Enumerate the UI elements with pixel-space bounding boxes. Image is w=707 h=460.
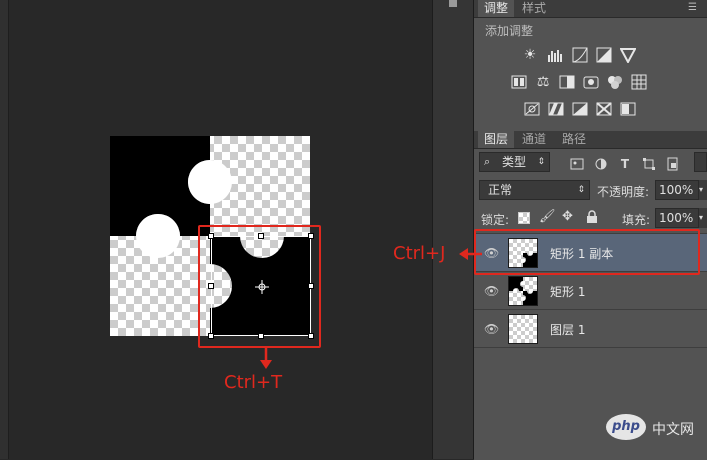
- layer-row-layer1[interactable]: 👁 图层 1: [474, 310, 707, 348]
- vibrance-icon[interactable]: [619, 47, 637, 65]
- filter-pixel-icon[interactable]: [570, 157, 584, 171]
- levels-icon[interactable]: [547, 47, 563, 63]
- filter-kind-label: 类型: [502, 155, 527, 169]
- hue-saturation-icon[interactable]: [511, 74, 527, 90]
- annotation-arrow-left-icon: [459, 248, 482, 260]
- collapse-panel-icon[interactable]: [447, 0, 459, 12]
- layer-name[interactable]: 图层 1: [550, 321, 585, 338]
- panel-menu-icon[interactable]: ☰: [688, 3, 700, 13]
- canvas-edge: [0, 0, 9, 459]
- posterize-icon[interactable]: [548, 101, 564, 117]
- tab-styles[interactable]: 样式: [516, 0, 552, 17]
- filter-toggle[interactable]: [694, 152, 707, 172]
- lock-all-icon[interactable]: [585, 210, 599, 224]
- lock-position-icon[interactable]: ✥: [562, 210, 576, 224]
- tab-adjust[interactable]: 调整: [478, 0, 515, 17]
- filter-shape-icon[interactable]: [642, 157, 656, 171]
- layers-tabbar: 图层 通道 路径: [474, 131, 707, 149]
- curves-icon[interactable]: [572, 47, 588, 63]
- fill-label: 填充:: [622, 213, 651, 227]
- filter-type-icon[interactable]: T: [618, 157, 632, 171]
- annotation-ctrl-j: Ctrl+J: [393, 243, 446, 264]
- fill-value: 100%: [659, 211, 694, 225]
- layer-thumbnail: [508, 314, 538, 344]
- annotation-box-canvas: [198, 225, 321, 348]
- tab-paths[interactable]: 路径: [556, 131, 592, 148]
- search-icon: ⌕: [484, 155, 491, 168]
- layer-row-shape[interactable]: 👁 矩形 1: [474, 272, 707, 310]
- annotation-arrow-down-icon: [260, 346, 272, 369]
- opacity-value: 100%: [659, 183, 694, 197]
- selective-color-icon[interactable]: [596, 101, 612, 117]
- php-watermark-logo: php: [606, 414, 646, 440]
- updown-icon: ⇕: [577, 185, 585, 195]
- php-watermark-text: 中文网: [652, 422, 694, 438]
- puzzle-bump-white: [136, 214, 180, 258]
- canvas-area[interactable]: Ctrl+T: [0, 0, 432, 459]
- opacity-input[interactable]: 100%: [655, 180, 699, 200]
- visibility-eye-icon[interactable]: 👁: [484, 322, 499, 336]
- black-white-icon[interactable]: [559, 74, 575, 90]
- tab-layers[interactable]: 图层: [478, 131, 515, 148]
- filter-adjustment-icon[interactable]: [594, 157, 608, 171]
- lock-transparent-icon[interactable]: [518, 212, 530, 224]
- fill-dropdown-icon[interactable]: ▾: [699, 208, 707, 228]
- opacity-dropdown-icon[interactable]: ▾: [699, 180, 707, 200]
- exposure-icon[interactable]: [596, 47, 612, 63]
- annotation-ctrl-t: Ctrl+T: [224, 372, 283, 393]
- blend-mode-label: 正常: [488, 183, 513, 197]
- filter-kind-select[interactable]: ⌕ 类型 ⇕: [479, 152, 550, 172]
- fill-input[interactable]: 100%: [655, 208, 699, 228]
- threshold-icon[interactable]: [572, 101, 588, 117]
- color-balance-icon[interactable]: ⚖: [535, 74, 551, 90]
- color-lookup-icon[interactable]: [631, 74, 647, 90]
- gradient-map-icon[interactable]: [620, 101, 636, 117]
- annotation-box-layer: [474, 229, 700, 275]
- layer-thumbnail: [508, 276, 538, 306]
- photo-filter-icon[interactable]: [583, 74, 599, 90]
- panel-dock-strip: [432, 0, 474, 459]
- filter-smart-object-icon[interactable]: [666, 157, 680, 171]
- adjust-header: 添加调整: [485, 24, 534, 38]
- invert-icon[interactable]: [524, 101, 540, 117]
- visibility-eye-icon[interactable]: 👁: [484, 284, 499, 298]
- lock-label: 锁定:: [481, 213, 510, 227]
- blend-mode-select[interactable]: 正常 ⇕: [479, 180, 590, 200]
- layer-name[interactable]: 矩形 1: [550, 283, 585, 300]
- adjust-tabbar: 调整 样式 ☰: [474, 0, 707, 18]
- tab-channels[interactable]: 通道: [516, 131, 552, 148]
- lock-brush-icon[interactable]: 🖌: [539, 210, 556, 224]
- updown-icon: ⇕: [537, 157, 545, 167]
- brightness-icon[interactable]: ☀: [522, 47, 538, 63]
- channel-mixer-icon[interactable]: [607, 74, 623, 90]
- opacity-label: 不透明度:: [597, 185, 650, 199]
- puzzle-bump-right: [188, 160, 232, 204]
